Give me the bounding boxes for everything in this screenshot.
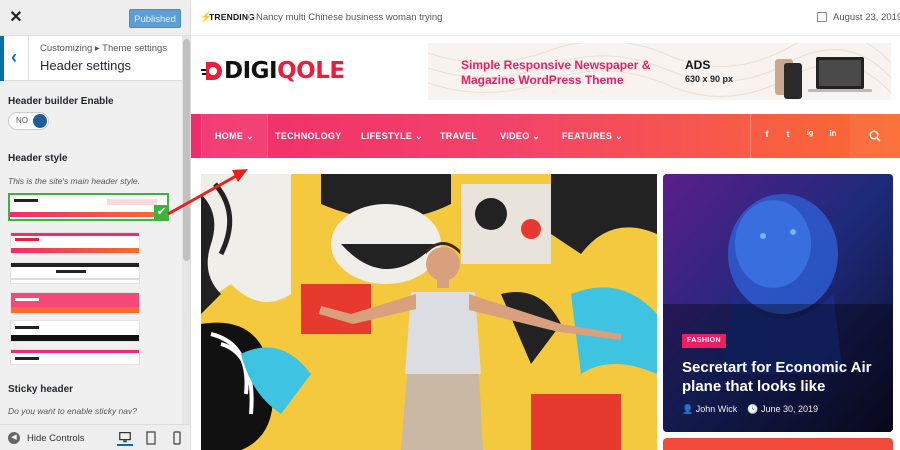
customizer-header: ✕ Published [0, 0, 190, 36]
section-header: ‹ Customizing ▸ Theme settings Header se… [0, 36, 182, 81]
sticky-header-description: Do you want to enable sticky nav? [8, 406, 137, 416]
customizer-sidebar: ✕ Published ‹ Customizing ▸ Theme settin… [0, 0, 191, 450]
search-button[interactable] [850, 114, 900, 158]
header-style-option[interactable] [10, 262, 140, 284]
page-title: Header settings [40, 58, 132, 73]
post-date: June 30, 2019 [761, 404, 819, 414]
desktop-preview-icon[interactable] [117, 430, 133, 446]
header-builder-label: Header builder Enable [8, 96, 114, 107]
nav-item-video[interactable]: VIDEO ⌄ [500, 114, 540, 158]
ad-label: ADS [685, 58, 711, 72]
logo-mark-icon [201, 62, 222, 80]
nav-item-lifestyle[interactable]: LIFESTYLE ⌄ [361, 114, 423, 158]
site-preview: ⚡ TRENDING Nancy multi Chinese business … [191, 0, 900, 450]
linkedin-icon[interactable]: in [827, 129, 839, 138]
twitter-icon[interactable]: t [782, 129, 794, 139]
toggle-knob [33, 114, 47, 128]
calendar-icon [817, 12, 827, 22]
post-meta: 👤 John Wick 🕓 June 30, 2019 [682, 404, 818, 415]
featured-photo [201, 174, 657, 450]
featured-post-card[interactable]: FASHION Secretart for Economic Air plane… [663, 174, 893, 432]
published-button[interactable]: Published [129, 9, 181, 28]
user-icon: 👤 [682, 404, 694, 414]
close-icon[interactable]: ✕ [7, 9, 25, 27]
tablet-preview-icon[interactable] [143, 430, 159, 446]
header-style-option[interactable] [10, 292, 140, 314]
header-style-option[interactable] [10, 232, 140, 254]
logo-text-red: QOLE [277, 58, 345, 84]
scrollbar[interactable] [182, 36, 190, 424]
back-button[interactable]: ‹ [0, 36, 29, 81]
nav-item-features[interactable]: FEATURES ⌄ [562, 114, 623, 158]
header-style-option[interactable] [10, 320, 140, 342]
checkmark-icon: ✔ [154, 205, 169, 220]
chevron-left-icon: ‹ [11, 47, 17, 67]
trending-headline[interactable]: Nancy multi Chinese business woman tryin… [256, 12, 442, 23]
nav-item-travel[interactable]: TRAVEL [440, 114, 477, 158]
next-post-card[interactable] [663, 438, 893, 450]
featured-image[interactable] [201, 174, 657, 450]
nav-item-home[interactable]: HOME ⌄ [201, 114, 268, 158]
facebook-icon[interactable]: f [761, 129, 773, 139]
ad-title: Simple Responsive Newspaper & Magazine W… [461, 58, 651, 87]
ad-banner[interactable]: Simple Responsive Newspaper & Magazine W… [428, 43, 891, 100]
hide-controls-button[interactable]: Hide Controls [27, 433, 85, 444]
header-style-option[interactable] [8, 193, 169, 221]
post-author[interactable]: John Wick [696, 404, 738, 414]
customizer-footer: ◀ Hide Controls [0, 424, 190, 450]
clock-icon: 🕓 [747, 404, 759, 414]
header-style-description: This is the site's main header style. [8, 176, 141, 186]
search-icon [869, 130, 881, 142]
breadcrumb: Customizing ▸ Theme settings [40, 43, 168, 54]
current-date: August 23, 2019 [833, 12, 900, 23]
header-style-label: Header style [8, 153, 68, 164]
divider [249, 10, 250, 24]
instagram-icon[interactable]: ig [804, 130, 816, 137]
collapse-icon[interactable]: ◀ [8, 432, 20, 444]
scrollbar-thumb[interactable] [183, 39, 190, 261]
post-title[interactable]: Secretart for Economic Air plane that lo… [682, 358, 882, 396]
ad-size: 630 x 90 px [685, 74, 734, 84]
main-nav: HOME ⌄ TECHNOLOGY LIFESTYLE ⌄ TRAVEL VID… [191, 114, 900, 158]
category-tag[interactable]: FASHION [682, 334, 726, 348]
divider [750, 114, 751, 158]
sticky-header-label: Sticky header [8, 384, 74, 395]
header-builder-toggle[interactable]: NO [8, 112, 49, 130]
header-style-option[interactable] [10, 349, 140, 365]
logo-text-dark: DIGI [224, 58, 278, 84]
top-bar: ⚡ TRENDING Nancy multi Chinese business … [191, 0, 900, 36]
nav-item-technology[interactable]: TECHNOLOGY [275, 114, 342, 158]
mobile-preview-icon[interactable] [169, 430, 185, 446]
toggle-state-text: NO [16, 116, 28, 125]
